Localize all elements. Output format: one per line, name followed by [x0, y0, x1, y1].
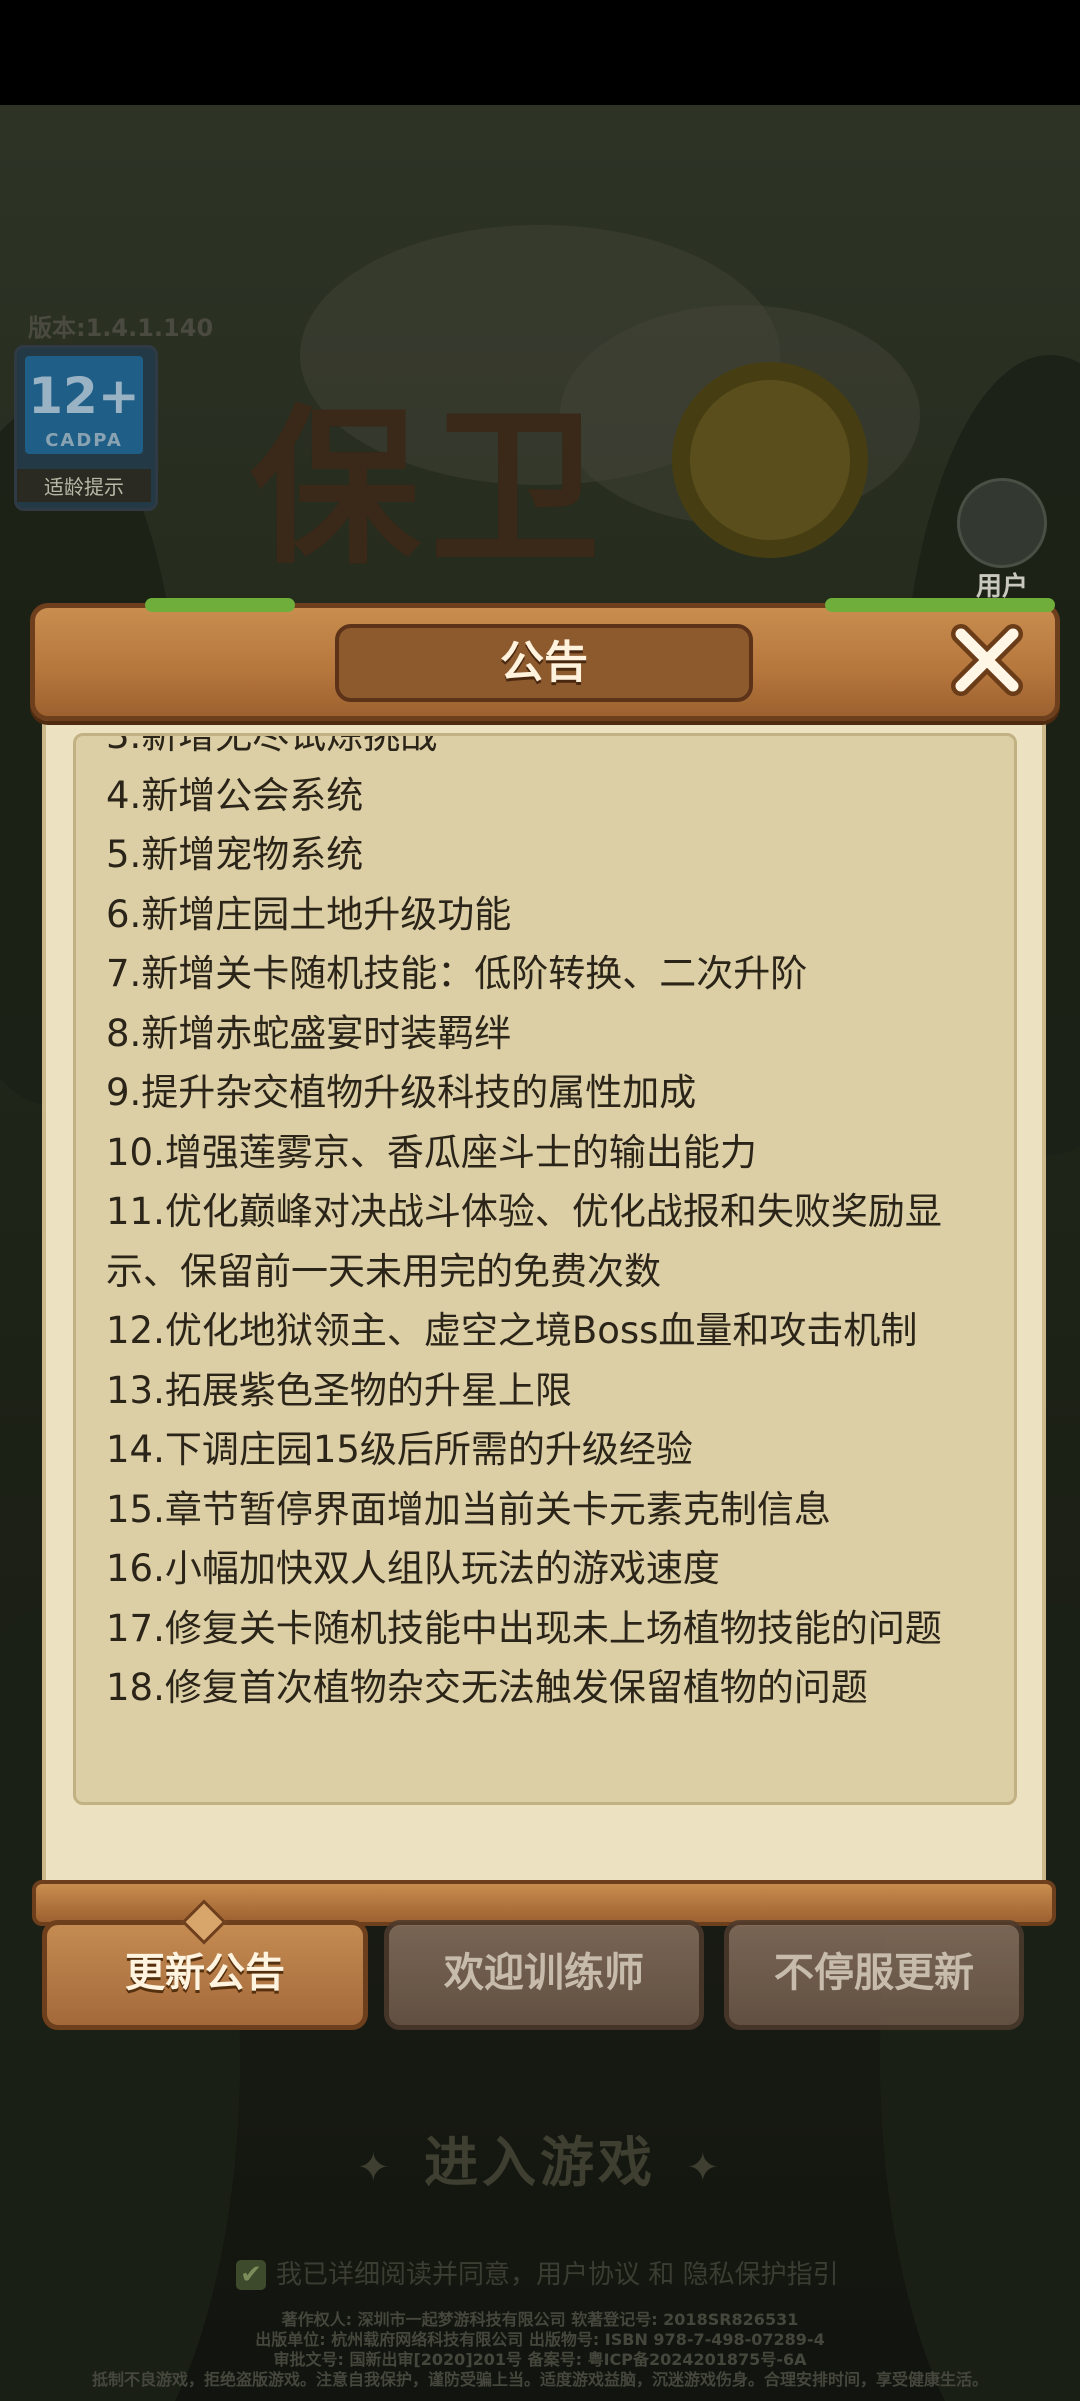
grass-decoration [825, 598, 1055, 612]
age-rating-tip: 适龄提示 [17, 469, 151, 502]
announcement-line: 14.下调庄园15级后所需的升级经验 [106, 1428, 693, 1471]
copyright-line: 出版单位: 杭州载府网络科技有限公司 出版物号: ISBN 978-7-498-… [255, 2330, 825, 2349]
user-avatar-icon [957, 478, 1047, 568]
agreement-and: 和 [648, 2260, 675, 2290]
privacy-policy-link[interactable]: 隐私保护指引 [683, 2260, 839, 2290]
copyright-line: 审批文号: 国新出审[2020]201号 备案号: 粤ICP备202420187… [273, 2350, 807, 2369]
user-button[interactable]: 用户 [954, 478, 1050, 602]
announcement-line: 8.新增赤蛇盛宴时装羁绊 [106, 1011, 512, 1055]
announcement-line: 18.修复首次植物杂交无法触发保留植物的问题 [106, 1666, 868, 1709]
tab-welcome-trainer[interactable]: 欢迎训练师 [384, 1920, 704, 2030]
enter-game-button[interactable]: ✦ 进入游戏 ✦ [0, 2118, 1080, 2197]
copyright-line: 抵制不良游戏，拒绝盗版游戏。注意自我保护，谨防受骗上当。适度游戏益脑，沉迷游戏伤… [91, 2370, 988, 2389]
status-bar [0, 0, 1080, 105]
announcement-line: 12.优化地狱领主、虚空之境Boss血量和攻击机制 [106, 1309, 918, 1352]
title-plate: 公告 [335, 624, 753, 702]
announcement-header: 公告 [30, 598, 1060, 721]
announcement-text-box[interactable]: 3.新增无尽试炼挑战 4.新增公会系统 5.新增宠物系统 6.新增庄园土地升级功能 7.… [73, 733, 1017, 1805]
announcement-line: 15.章节暂停界面增加当前关卡元素克制信息 [106, 1487, 831, 1531]
version-label: 版本:1.4.1.140 [28, 314, 214, 342]
announcement-line: 9.提升杂交植物升级科技的属性加成 [106, 1071, 697, 1114]
age-rating-org: CADPA [45, 430, 123, 451]
tab-hot-update[interactable]: 不停服更新 [724, 1920, 1024, 2030]
announcement-line: 6.新增庄园土地升级功能 [106, 892, 512, 936]
announcement-line: 13.拓展紫色圣物的升星上限 [106, 1368, 572, 1412]
sparkle-icon: ✦ [356, 2145, 394, 2191]
announcement-title: 公告 [500, 637, 588, 688]
announcement-paper: 3.新增无尽试炼挑战 4.新增公会系统 5.新增宠物系统 6.新增庄园土地升级功能 7.… [42, 708, 1046, 1883]
announcement-line: 3.新增无尽试炼挑战 [106, 733, 438, 757]
announcement-line: 17.修复关卡随机技能中出现未上场植物技能的问题 [106, 1606, 942, 1650]
age-rating-badge[interactable]: 12+ CADPA 适龄提示 [14, 345, 158, 511]
grass-decoration [145, 598, 295, 612]
announcement-line: 4.新增公会系统 [106, 773, 364, 817]
copyright-block: 著作权人: 深圳市一起梦游科技有限公司 软著登记号: 2018SR826531 … [0, 2310, 1080, 2390]
announcement-line: 11.优化巅峰对决战斗体验、优化战报和失败奖励显示、保留前一天未用完的免费次数 [106, 1190, 942, 1293]
checkbox-checked-icon[interactable]: ✔ [236, 2260, 266, 2290]
announcement-line: 5.新增宠物系统 [106, 833, 364, 876]
announcement-line: 10.增强莲雾京、香瓜座斗士的输出能力 [106, 1130, 757, 1174]
announcement-line: 16.小幅加快双人组队玩法的游戏速度 [106, 1547, 720, 1590]
user-agreement-link[interactable]: 用户协议 [536, 2260, 640, 2290]
close-icon [951, 624, 1023, 696]
sparkle-icon: ✦ [686, 2145, 724, 2191]
announcement-list: 3.新增无尽试炼挑战 4.新增公会系统 5.新增宠物系统 6.新增庄园土地升级功能 7.… [76, 733, 1014, 1718]
close-button[interactable] [947, 620, 1027, 700]
agreement-text: 我已详细阅读并同意， [276, 2260, 537, 2290]
agreement-row: ✔ 我已详细阅读并同意，用户协议 和 隐私保护指引 [236, 2254, 839, 2291]
copyright-line: 著作权人: 深圳市一起梦游科技有限公司 软著登记号: 2018SR826531 [281, 2310, 799, 2329]
enter-game-label: 进入游戏 [424, 2131, 656, 2194]
announcement-line: 7.新增关卡随机技能：低阶转换、二次升阶 [106, 952, 808, 995]
